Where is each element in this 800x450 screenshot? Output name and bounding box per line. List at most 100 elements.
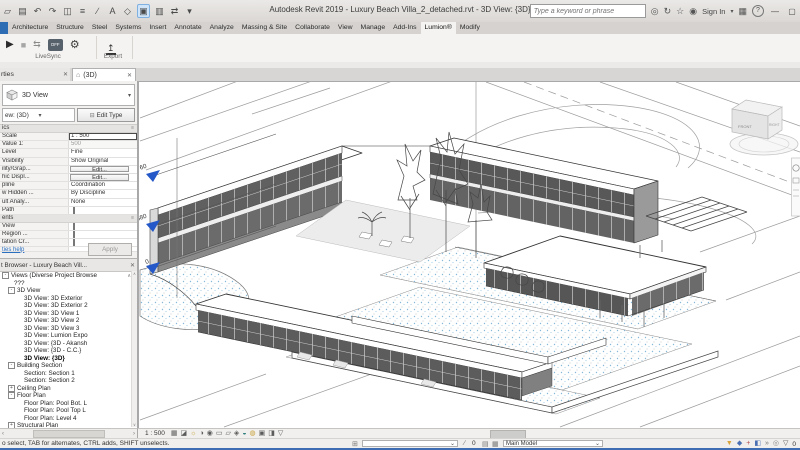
shadows-icon[interactable]: ◑	[200, 429, 204, 438]
property-section-ents[interactable]: ents≡	[0, 215, 137, 223]
project-browser-close-icon[interactable]	[130, 262, 135, 269]
property-value[interactable]: Show Original	[69, 158, 137, 165]
ribbon-tab-add-ins[interactable]: Add-Ins	[389, 22, 420, 34]
browser-item-section-section-1[interactable]: Section: Section 1	[0, 370, 137, 378]
view-cube[interactable]: FRONT RIGHT	[730, 100, 798, 155]
ribbon-tab-lumion[interactable]: Lumion®	[421, 22, 456, 34]
property-value[interactable]: By Discipline	[69, 190, 137, 197]
browser-scrollbar[interactable]: ∧ ∨	[131, 271, 137, 427]
file-tab[interactable]	[0, 22, 8, 34]
search-icon[interactable]: ◎	[651, 4, 659, 18]
minimize-button[interactable]: —	[769, 7, 781, 16]
browser-item-3d-view-3d-view-3[interactable]: 3D View: 3D View 3	[0, 325, 137, 333]
view-properties-icon[interactable]: ◨	[268, 429, 275, 438]
browser-item-3d-view-lumion-expo[interactable]: 3D View: Lumion Expo	[0, 332, 137, 340]
drag-elements-icon[interactable]: »	[765, 440, 769, 448]
search-input[interactable]	[530, 4, 646, 18]
tree-expander-icon[interactable]: -	[2, 272, 9, 279]
maximize-button[interactable]: ▢	[786, 7, 798, 16]
browser-item-floor-plan-level-4[interactable]: Floor Plan: Level 4	[0, 415, 137, 423]
browser-horizontal-scrollbar[interactable]: ‹›	[0, 428, 138, 438]
property-section-ics[interactable]: ics≡	[0, 125, 137, 133]
property-value[interactable]: Coordination	[69, 182, 137, 189]
view-scale-control[interactable]: 1 : 500	[144, 429, 166, 438]
property-value[interactable]: Fine	[69, 149, 137, 156]
ribbon-tab-architecture[interactable]: Architecture	[8, 22, 52, 34]
browser-item-floor-plan-pool-bot-l[interactable]: Floor Plan: Pool Bot. L	[0, 400, 137, 408]
crop-view-icon[interactable]: ▭	[216, 429, 223, 438]
drawing-area[interactable]: 7760 Roof Lvl 3880 1st Lvl 0 Ground Lvl …	[138, 81, 800, 428]
browser-item-3d-view-3d-view-1[interactable]: 3D View: 3D View 1	[0, 310, 137, 318]
ribbon-tab-manage[interactable]: Manage	[357, 22, 390, 34]
worksets-dropdown[interactable]	[362, 440, 458, 447]
browser-item-unknown[interactable]: ???	[0, 280, 137, 288]
property-edit-button[interactable]: Edit...	[70, 174, 129, 180]
exchange-apps-icon[interactable]: ▦	[738, 4, 747, 18]
visual-style-icon[interactable]: ◪	[181, 429, 188, 438]
select-underlay-icon[interactable]: ◆	[737, 440, 742, 448]
property-edit-button[interactable]: Edit...	[70, 166, 129, 172]
worksets-icon[interactable]: ⊞	[352, 440, 358, 448]
section-expander-icon[interactable]: ≡	[131, 125, 137, 132]
worksharing-display-icon[interactable]: ▣	[259, 429, 266, 438]
edit-type-button[interactable]: ⊟ Edit Type	[77, 108, 135, 122]
browser-item-3d-view-3d-akansh[interactable]: 3D View: {3D - Akansh	[0, 340, 137, 348]
browser-item-3d-view[interactable]: -3D View	[0, 287, 137, 295]
select-pinned-icon[interactable]: +	[746, 440, 750, 448]
livesync-sync-icon[interactable]: ⇆	[33, 39, 41, 50]
browser-root-views[interactable]: -Views (Diverse Project Browse	[0, 272, 137, 280]
ribbon-tab-insert[interactable]: Insert	[145, 22, 170, 34]
property-checkbox[interactable]	[73, 223, 75, 230]
hide-isolate-icon[interactable]: ◒	[242, 429, 246, 438]
view-tab-3d[interactable]: (3D)	[72, 68, 136, 81]
property-checkbox[interactable]	[73, 231, 75, 238]
ribbon-tab-systems[interactable]: Systems	[111, 22, 145, 34]
ribbon-tab-analyze[interactable]: Analyze	[206, 22, 238, 34]
view-instance-dropdown[interactable]: ew: (3D)	[2, 108, 75, 122]
livesync-play-button[interactable]: ▶	[6, 39, 14, 50]
browser-item-building-section[interactable]: -Building Section	[0, 362, 137, 370]
communication-center-icon[interactable]: ↻	[664, 4, 672, 18]
level-head-roof[interactable]	[146, 170, 160, 182]
browser-item-3d-view-3d-c-c[interactable]: 3D View: {3D - C.C.}	[0, 347, 137, 355]
type-selector-caret-icon[interactable]	[128, 92, 131, 99]
browser-item-ceiling-plan[interactable]: +Ceiling Plan	[0, 385, 137, 393]
design-options-dropdown[interactable]: Main Model	[503, 440, 603, 447]
rendering-icon[interactable]: ◉	[207, 429, 213, 438]
livesync-stop-button[interactable]: ■	[21, 40, 26, 50]
livesync-off-toggle[interactable]: OFF	[48, 39, 63, 51]
apply-button[interactable]: Apply	[88, 243, 132, 256]
tree-expander-icon[interactable]: +	[8, 385, 15, 392]
type-selector[interactable]: 3D View	[2, 84, 135, 106]
account-icon[interactable]: ◉	[689, 4, 697, 18]
design-options-edit-icon[interactable]: ▦	[492, 440, 499, 448]
browser-item-floor-plan[interactable]: -Floor Plan	[0, 392, 137, 400]
favorites-icon[interactable]: ☆	[676, 4, 684, 18]
browser-item-3d-view-3d[interactable]: 3D View: {3D}	[0, 355, 137, 363]
tree-expander-icon[interactable]: -	[8, 287, 15, 294]
sign-in-link[interactable]: Sign In	[702, 7, 725, 16]
tree-expander-icon[interactable]: -	[8, 392, 15, 399]
livesync-settings-gear-icon[interactable]: ⚙	[70, 38, 80, 51]
ribbon-tab-massing-site[interactable]: Massing & Site	[238, 22, 291, 34]
design-options-icon[interactable]: ▤	[482, 440, 489, 448]
property-value[interactable]: None	[69, 199, 137, 206]
section-expander-icon[interactable]: ≡	[131, 215, 137, 222]
constraints-reveal-icon[interactable]: ◎	[773, 440, 779, 448]
reveal-hidden-icon[interactable]: ◍	[250, 429, 256, 438]
properties-help-link[interactable]: ties help	[2, 247, 24, 253]
select-links-icon[interactable]: ▼	[726, 440, 733, 448]
crop-region-icon[interactable]: ▱	[226, 429, 231, 438]
detail-level-icon[interactable]: ▦	[171, 429, 178, 438]
browser-item-3d-view-3d-view-2[interactable]: 3D View: 3D View 2	[0, 317, 137, 325]
ribbon-tab-view[interactable]: View	[334, 22, 357, 34]
property-value[interactable]: 1 : 500	[69, 133, 137, 140]
select-by-face-icon[interactable]: ◧	[754, 440, 761, 448]
browser-item-floor-plan-pool-top-l[interactable]: Floor Plan: Pool Top L	[0, 407, 137, 415]
ribbon-tab-annotate[interactable]: Annotate	[170, 22, 205, 34]
view-tab-close-icon[interactable]	[127, 72, 132, 79]
browser-item-3d-view-3d-exterior-2[interactable]: 3D View: 3D Exterior 2	[0, 302, 137, 310]
constraints-icon[interactable]: ▽	[278, 429, 283, 438]
sign-in-caret-icon[interactable]	[730, 3, 733, 19]
lock-view-icon[interactable]: ◈	[234, 429, 239, 438]
